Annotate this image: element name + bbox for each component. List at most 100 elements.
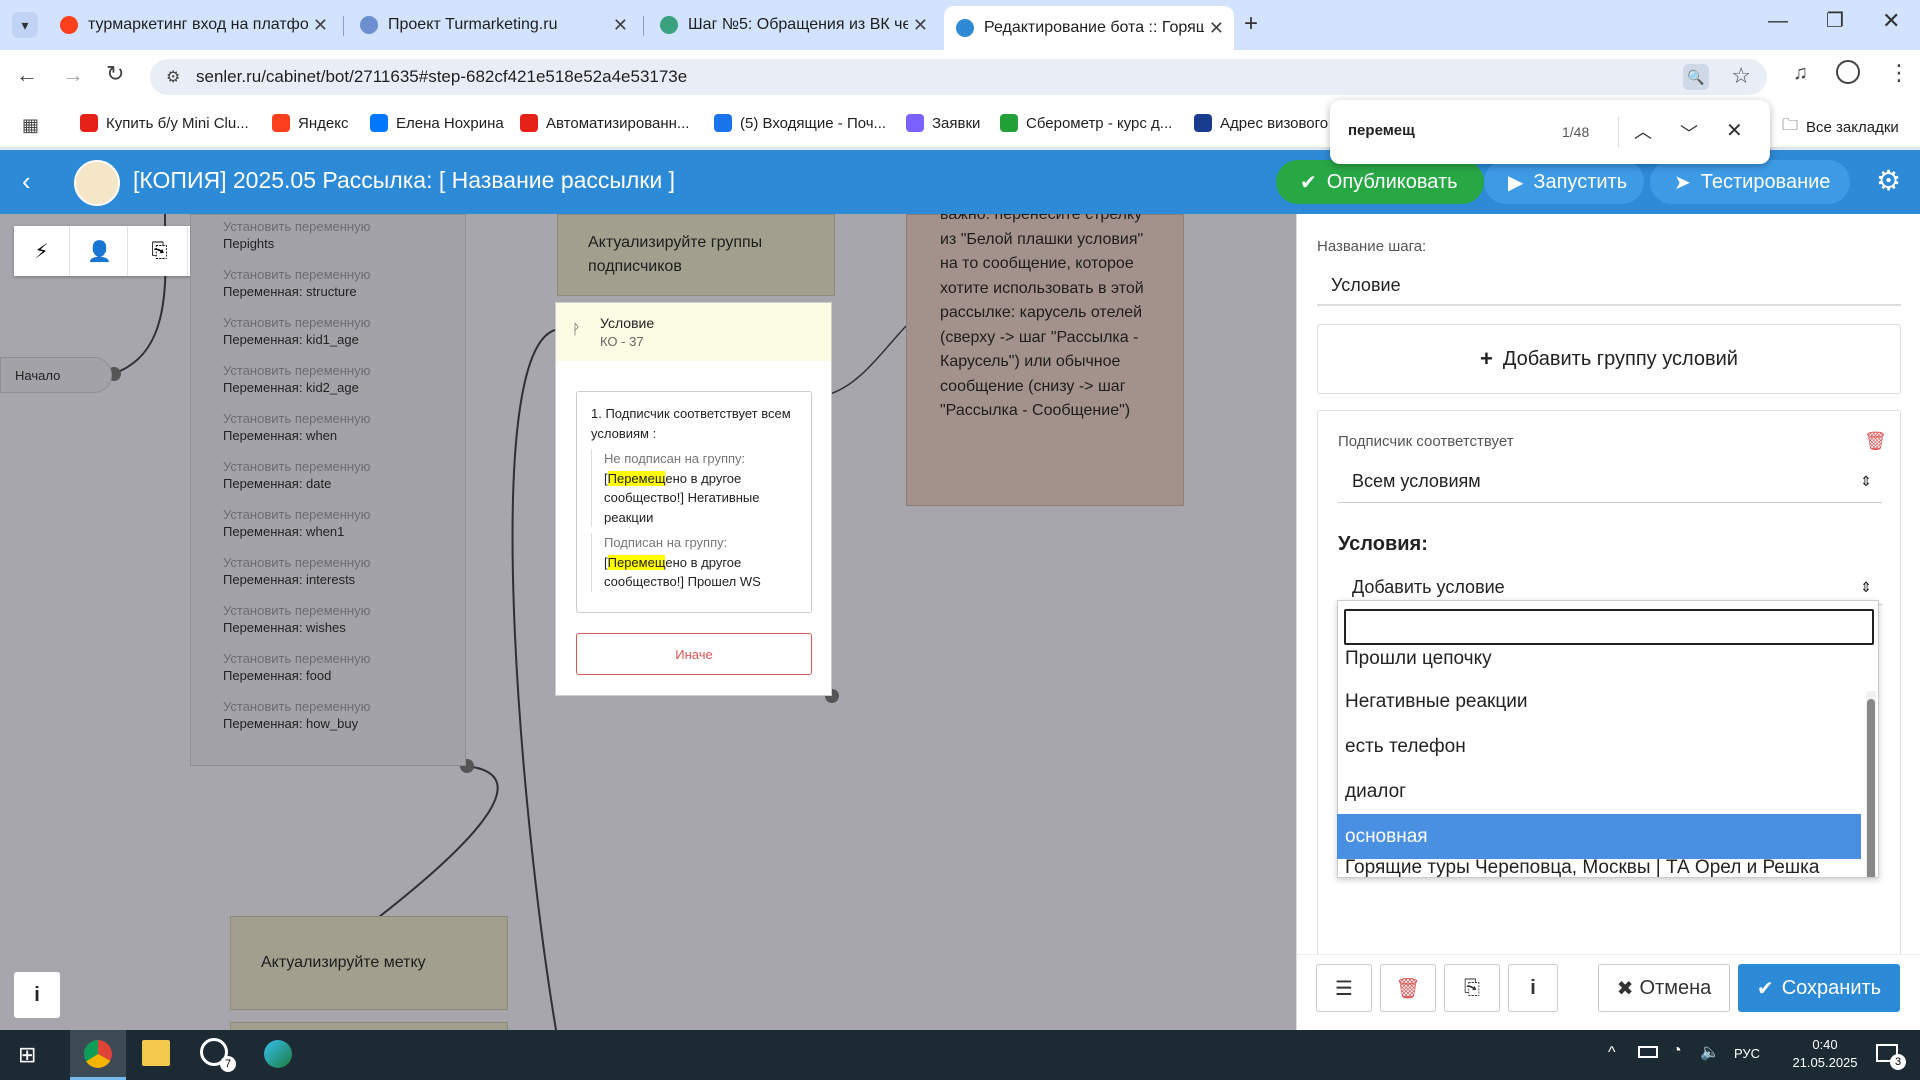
flow-canvas[interactable]: ⚡ 👤 ⎘ 💬 🚀 Начало Установить переменную П…	[0, 214, 1296, 1030]
apps-grid-icon[interactable]: ▦	[22, 115, 39, 136]
find-in-page-icon[interactable]: 🔍	[1683, 64, 1709, 90]
gear-icon[interactable]: ⚙	[1876, 164, 1901, 197]
back-chevron-icon[interactable]: ‹	[22, 166, 31, 197]
notifications-button[interactable]: 3	[1876, 1042, 1906, 1070]
delete-button[interactable]: 🗑	[1380, 964, 1436, 1012]
find-count: 1/48	[1562, 124, 1590, 140]
close-icon: ✖	[1616, 977, 1634, 1000]
close-icon[interactable]: ✕	[313, 15, 328, 36]
bookmark-star-icon[interactable]: ☆	[1731, 63, 1751, 89]
note-groups[interactable]: Актуализируйте группы подписчиков	[557, 214, 835, 296]
minimize-button[interactable]: —	[1768, 10, 1788, 33]
lightning-icon: ⚡	[34, 240, 49, 263]
chevron-up-icon[interactable]: ︿	[1634, 118, 1652, 144]
badge: 3	[1890, 1054, 1906, 1070]
add-condition-group-button[interactable]: + Добавить группу условий	[1317, 324, 1901, 394]
battery-icon[interactable]	[1638, 1046, 1658, 1058]
windows-start-icon[interactable]: ⊞	[18, 1042, 36, 1068]
close-icon[interactable]: ✕	[1209, 18, 1224, 39]
tab-1[interactable]: турмаркетинг вход на платфо ✕	[48, 8, 338, 42]
publish-button[interactable]: ✔ Опубликовать	[1276, 160, 1484, 204]
note-tag[interactable]: Актуализируйте метку	[230, 916, 508, 1010]
edge-icon[interactable]	[264, 1040, 292, 1068]
dropdown-option[interactable]: есть телефон	[1337, 724, 1861, 769]
tray-chevron-icon[interactable]: ^	[1608, 1044, 1616, 1062]
sort-arrows-icon: ⇕	[1860, 579, 1872, 595]
address-bar[interactable]: ⚙ senler.ru/cabinet/bot/2711635#step-682…	[150, 59, 1767, 95]
scrollbar-thumb[interactable]	[1867, 699, 1875, 877]
menu-button[interactable]: ☰	[1316, 964, 1372, 1012]
copy-tool-button[interactable]: ⎘	[132, 226, 188, 276]
match-mode-select[interactable]: Всем условиям ⇕	[1338, 461, 1882, 503]
volume-icon[interactable]: 🔈	[1700, 1042, 1720, 1062]
condition-rule-box[interactable]: 1. Подписчик соответствует всем условиям…	[576, 391, 812, 613]
run-button[interactable]: ▶ Запустить	[1484, 160, 1644, 204]
note-important[interactable]: важно: перенесите стрелку из "Белой плаш…	[906, 214, 1184, 506]
bookmark-item[interactable]: Автоматизированн...	[520, 114, 689, 132]
copy-icon: ⎘	[151, 239, 168, 262]
whatsapp-taskbar-button[interactable]: 7	[200, 1038, 236, 1072]
tab-4-active[interactable]: Редактирование бота :: Горящ ✕	[944, 6, 1234, 50]
dropdown-option[interactable]: Горящие туры Череповца, Москвы | ТА Орел…	[1337, 859, 1861, 879]
all-bookmarks[interactable]: 🗀 Все закладки	[1782, 114, 1899, 141]
subscriber-tool-button[interactable]: 👤	[72, 226, 128, 276]
tab-3[interactable]: Шаг №5: Обращения из ВК че ✕	[648, 8, 938, 42]
test-button[interactable]: ➤ Тестирование	[1650, 160, 1850, 204]
variable-item: Установить переменную Переменная: date	[223, 459, 371, 491]
else-branch[interactable]: Иначе	[576, 633, 812, 675]
set-variables-node[interactable]: Установить переменную Перights Установит…	[190, 214, 466, 766]
info-button[interactable]: i	[14, 972, 60, 1018]
trash-icon[interactable]: 🗑	[1864, 431, 1887, 452]
variable-item: Установить переменную Переменная: kid1_a…	[223, 315, 371, 347]
clock[interactable]: 0:40 21.05.2025	[1782, 1036, 1868, 1072]
save-button[interactable]: ✔ Сохранить	[1738, 964, 1900, 1012]
tab-2[interactable]: Проект Turmarketing.ru ✕	[348, 8, 638, 42]
tab-search-button[interactable]: ▾	[12, 12, 38, 38]
cancel-button[interactable]: ✖ Отмена	[1598, 964, 1730, 1012]
bookmark-item[interactable]: Елена Нохрина	[370, 114, 504, 132]
media-controls-icon[interactable]: ♫	[1793, 62, 1808, 85]
forward-arrow-icon[interactable]: →	[62, 62, 84, 88]
dropdown-option[interactable]: Прошли цепочку	[1337, 638, 1861, 674]
bookmark-item[interactable]: Сберометр - курс д...	[1000, 114, 1172, 132]
bookmark-item[interactable]: Адрес визового	[1194, 114, 1328, 132]
close-icon[interactable]: ✕	[913, 15, 928, 36]
dropdown-option[interactable]: Негативные реакции	[1337, 679, 1861, 724]
close-icon[interactable]: ✕	[1726, 118, 1743, 143]
profile-avatar-icon[interactable]	[1836, 60, 1860, 84]
language-indicator[interactable]: РУС	[1734, 1046, 1760, 1061]
bookmark-item[interactable]: Купить б/у Mini Clu...	[80, 114, 249, 132]
url-text: senler.ru/cabinet/bot/2711635#step-682cf…	[196, 67, 688, 86]
find-input[interactable]: перемещ	[1348, 122, 1415, 139]
close-window-button[interactable]: ✕	[1882, 8, 1900, 34]
file-explorer-icon[interactable]	[142, 1040, 170, 1066]
step-name-input[interactable]: Условие	[1317, 266, 1901, 306]
dropdown-option-selected[interactable]: основная	[1337, 814, 1861, 859]
dropdown-scrollbar[interactable]	[1866, 691, 1876, 877]
bookmark-favicon-icon	[1194, 114, 1212, 132]
bookmark-favicon-icon	[520, 114, 538, 132]
start-node[interactable]: Начало	[0, 357, 112, 393]
trigger-tool-button[interactable]: ⚡	[14, 226, 70, 276]
variable-item: Установить переменную Переменная: kid2_a…	[223, 363, 371, 395]
bookmark-item[interactable]: Заявки	[906, 114, 980, 132]
chrome-taskbar-button[interactable]	[70, 1030, 126, 1080]
menu-kebab-icon[interactable]: ⋮	[1888, 60, 1910, 86]
start-label: Начало	[15, 367, 61, 383]
maximize-button[interactable]: ❐	[1826, 8, 1844, 33]
dropdown-option[interactable]: диалог	[1337, 769, 1861, 814]
bookmark-favicon-icon	[272, 114, 290, 132]
bookmark-item[interactable]: (5) Входящие - Поч...	[714, 114, 886, 132]
new-tab-button[interactable]: +	[1244, 10, 1258, 38]
close-icon[interactable]: ✕	[613, 15, 628, 36]
condition-node[interactable]: ᚹ Условие КО - 37 1. Подписчик соответст…	[555, 302, 832, 696]
site-info-icon[interactable]: ⚙	[166, 67, 180, 87]
back-arrow-icon[interactable]: ←	[16, 62, 38, 88]
info-step-button[interactable]: i	[1508, 964, 1558, 1012]
user-icon: 👤	[87, 240, 112, 263]
reload-icon[interactable]: ↻	[106, 61, 124, 87]
duplicate-button[interactable]: ⎘	[1444, 964, 1500, 1012]
chevron-down-icon[interactable]: ﹀	[1680, 120, 1698, 146]
bookmark-item[interactable]: Яндекс	[272, 114, 348, 132]
wifi-icon[interactable]: ◔	[1672, 1042, 1682, 1060]
